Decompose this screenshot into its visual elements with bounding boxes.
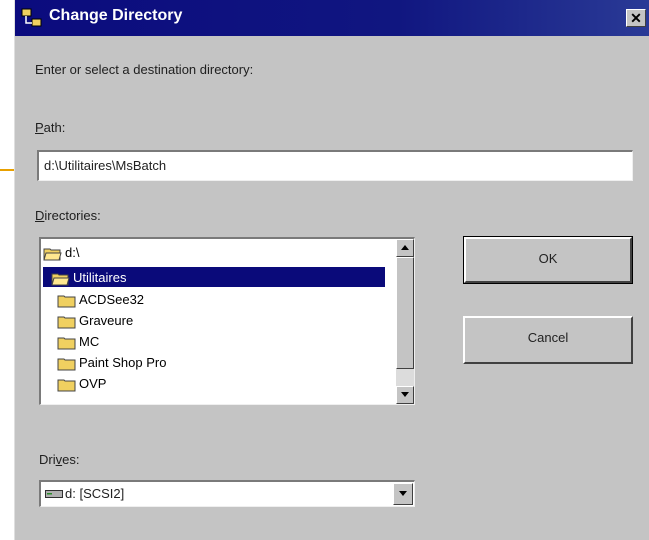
- drives-label-pre: Dri: [39, 452, 56, 467]
- directory-item-selected[interactable]: Utilitaires: [51, 267, 126, 288]
- directory-name: OVP: [79, 376, 107, 391]
- vertical-scrollbar[interactable]: [396, 239, 414, 404]
- path-label-rest: ath:: [43, 120, 66, 135]
- directory-item[interactable]: Graveure: [57, 310, 133, 331]
- window-title: Change Directory: [49, 7, 183, 24]
- folder-icon: [57, 379, 76, 392]
- folder-icon: [57, 358, 76, 371]
- path-label: Path:: [35, 120, 65, 135]
- title-bar[interactable]: Change Directory ✕: [15, 0, 649, 36]
- drive-value: d: [SCSI2]: [65, 486, 125, 501]
- scroll-thumb[interactable]: [396, 257, 414, 369]
- directories-label: Directories:: [35, 208, 101, 223]
- folder-icon: [57, 316, 76, 329]
- directory-item[interactable]: ACDSee32: [57, 289, 144, 310]
- arrow-up-icon: [401, 245, 409, 250]
- hard-drive-icon: [45, 490, 63, 498]
- cancel-button[interactable]: Cancel: [463, 316, 633, 364]
- prompt-text: Enter or select a destination directory:: [35, 62, 254, 77]
- directory-item[interactable]: MC: [57, 331, 99, 352]
- drives-label-rest: es:: [62, 452, 80, 467]
- directories-label-rest: irectories:: [44, 208, 101, 223]
- directory-name: Utilitaires: [73, 270, 127, 285]
- scroll-down-button[interactable]: [396, 386, 414, 404]
- path-value: d:\Utilitaires\MsBatch: [44, 158, 167, 173]
- ok-button-focus-frame: OK: [463, 236, 633, 284]
- directory-item[interactable]: OVP: [57, 373, 106, 394]
- arrow-down-icon: [401, 392, 409, 397]
- directory-name: Graveure: [79, 313, 134, 328]
- directory-item[interactable]: Paint Shop Pro: [57, 352, 166, 373]
- directories-listbox[interactable]: d:\ Utilitaires ACDSee32 Graveure MC Pai…: [39, 237, 415, 405]
- path-label-hotkey: P: [35, 120, 44, 135]
- close-icon: ✕: [630, 10, 642, 26]
- directory-item[interactable]: d:\: [43, 242, 79, 263]
- close-button[interactable]: ✕: [626, 9, 646, 27]
- drives-label: Drives:: [39, 452, 79, 467]
- drives-combobox[interactable]: d: [SCSI2]: [39, 480, 415, 507]
- drives-dropdown-button[interactable]: [393, 483, 413, 505]
- folder-icon: [57, 295, 76, 308]
- folder-tree-icon: [21, 8, 42, 27]
- path-input[interactable]: d:\Utilitaires\MsBatch: [37, 150, 633, 181]
- change-directory-dialog: Change Directory ✕ Enter or select a des…: [14, 0, 649, 540]
- chevron-down-icon: [399, 491, 407, 496]
- directory-name: MC: [79, 334, 100, 349]
- open-folder-icon: [51, 273, 70, 286]
- ok-button[interactable]: OK: [464, 237, 632, 283]
- folder-icon: [57, 337, 76, 350]
- scroll-up-button[interactable]: [396, 239, 414, 257]
- directory-name: d:\: [65, 245, 80, 260]
- directory-name: ACDSee32: [79, 292, 145, 307]
- directory-name: Paint Shop Pro: [79, 355, 167, 370]
- open-folder-icon: [43, 248, 62, 261]
- directories-label-hotkey: D: [35, 208, 45, 223]
